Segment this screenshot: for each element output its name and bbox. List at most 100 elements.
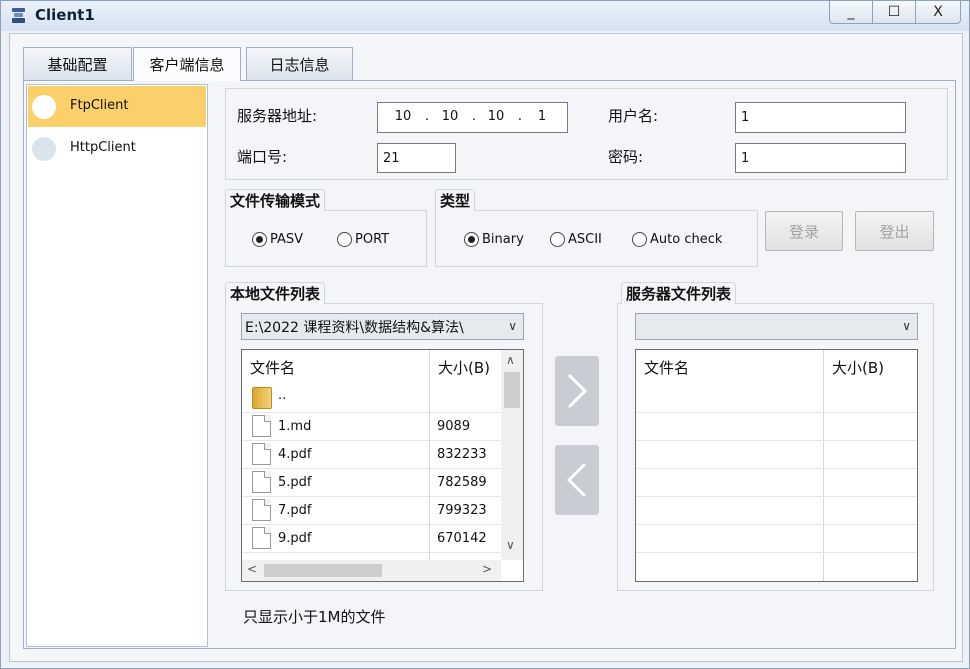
- server-address-label: 服务器地址:: [237, 107, 318, 125]
- radio-label: Auto check: [650, 232, 723, 247]
- server-address-input[interactable]: 10 . 10 . 10 . 1: [377, 102, 568, 133]
- file-row[interactable]: 1.md 9089: [242, 412, 501, 440]
- title-bar[interactable]: Client1 _ ☐ X: [1, 1, 969, 31]
- file-size: 670142: [437, 531, 487, 546]
- radio-unselected-icon: [337, 232, 352, 247]
- file-row[interactable]: 4.pdf 832233: [242, 440, 501, 468]
- maximize-icon: ☐: [887, 4, 901, 20]
- ip-octet[interactable]: 10: [435, 109, 465, 124]
- type-title: 类型: [435, 189, 476, 211]
- maximize-button[interactable]: ☐: [872, 1, 916, 24]
- client-info-panel: FtpClient HttpClient 服务器地址: 10 . 10 . 10…: [23, 80, 956, 649]
- close-button[interactable]: X: [915, 1, 961, 24]
- sidebar-item-httpclient[interactable]: HttpClient: [28, 128, 206, 169]
- vertical-scroll-thumb[interactable]: [504, 372, 520, 408]
- ip-separator: .: [424, 109, 430, 124]
- column-divider: [823, 350, 824, 581]
- file-icon: [252, 471, 271, 493]
- password-input[interactable]: 1: [735, 143, 906, 173]
- scroll-down-icon[interactable]: ∨: [506, 538, 515, 552]
- row-divider: [636, 496, 917, 497]
- port-input[interactable]: 21: [377, 143, 456, 173]
- ip-separator: .: [517, 109, 523, 124]
- local-path-dropdown[interactable]: E:\2022 课程资料\数据结构&算法\ ∨: [241, 313, 524, 340]
- size-limit-note: 只显示小于1M的文件: [243, 608, 386, 626]
- arrow-left-icon: [566, 462, 587, 498]
- ip-octet[interactable]: 1: [527, 109, 557, 124]
- sidebar-item-ftpclient[interactable]: FtpClient: [28, 86, 206, 127]
- login-button[interactable]: 登录: [765, 211, 843, 251]
- tab-log-info[interactable]: 日志信息: [246, 47, 353, 80]
- local-files-title: 本地文件列表: [225, 282, 326, 304]
- row-divider: [636, 524, 917, 525]
- server-path-dropdown[interactable]: ∨: [635, 313, 918, 340]
- close-icon: X: [933, 4, 943, 20]
- client-type-list: FtpClient HttpClient: [26, 84, 208, 647]
- ip-octet[interactable]: 10: [481, 109, 511, 124]
- file-row[interactable]: 7.pdf 799323: [242, 496, 501, 524]
- local-file-list[interactable]: 文件名 大小(B) .. 1.md 9089 4.pdf 832233 5.pd…: [241, 349, 524, 582]
- scroll-right-icon[interactable]: >: [482, 562, 492, 576]
- server-file-list[interactable]: 文件名 大小(B): [635, 349, 918, 582]
- file-icon: [252, 527, 271, 549]
- username-input[interactable]: 1: [735, 102, 906, 133]
- tab-label: 基础配置: [47, 55, 108, 74]
- radio-port[interactable]: PORT: [337, 232, 389, 247]
- file-icon: [252, 415, 271, 437]
- download-button[interactable]: [555, 445, 599, 515]
- local-path-value: E:\2022 课程资料\数据结构&算法\: [245, 319, 464, 336]
- server-files-title: 服务器文件列表: [621, 282, 737, 304]
- file-icon: [252, 443, 271, 465]
- radio-ascii[interactable]: ASCII: [550, 232, 602, 247]
- chevron-down-icon: ∨: [902, 319, 911, 333]
- minimize-button[interactable]: _: [829, 1, 873, 24]
- row-divider: [242, 552, 501, 553]
- file-name: ..: [278, 388, 287, 403]
- radio-auto-check[interactable]: Auto check: [632, 232, 722, 247]
- vertical-scrollbar[interactable]: ∧ ∨: [501, 350, 523, 560]
- column-header-size[interactable]: 大小(B): [430, 350, 500, 384]
- upload-button[interactable]: [555, 356, 599, 426]
- ftp-client-icon: [32, 94, 56, 119]
- file-size: 832233: [437, 447, 487, 462]
- file-row-parent[interactable]: ..: [242, 383, 501, 411]
- port-label: 端口号:: [237, 148, 288, 166]
- http-client-icon: [32, 136, 56, 161]
- horizontal-scrollbar[interactable]: < >: [242, 560, 501, 581]
- row-divider: [636, 468, 917, 469]
- file-row[interactable]: 9.pdf 670142: [242, 524, 501, 552]
- file-size: 782589: [437, 475, 487, 490]
- transfer-mode-title: 文件传输模式: [225, 189, 326, 211]
- minimize-icon: _: [847, 4, 855, 20]
- row-divider: [636, 412, 917, 413]
- ip-separator: .: [471, 109, 477, 124]
- row-divider: [636, 552, 917, 553]
- radio-binary[interactable]: Binary: [464, 232, 524, 247]
- radio-unselected-icon: [550, 232, 565, 247]
- tab-basic-config[interactable]: 基础配置: [23, 47, 132, 80]
- radio-pasv[interactable]: PASV: [252, 232, 303, 247]
- logout-button[interactable]: 登出: [855, 211, 934, 251]
- column-header-name[interactable]: 文件名: [242, 350, 430, 384]
- tab-label: 日志信息: [269, 55, 330, 74]
- password-label: 密码:: [608, 148, 644, 166]
- file-icon: [252, 499, 271, 521]
- client-area: 基础配置 客户端信息 日志信息 FtpClient HttpClient 服务器…: [9, 33, 963, 662]
- client-app-icon: [12, 8, 25, 23]
- arrow-right-icon: [567, 373, 588, 409]
- scroll-up-icon[interactable]: ∧: [506, 353, 515, 367]
- column-header-name[interactable]: 文件名: [636, 350, 824, 384]
- tab-client-info[interactable]: 客户端信息: [133, 47, 241, 81]
- row-divider: [636, 440, 917, 441]
- folder-icon: [252, 387, 272, 409]
- file-name: 4.pdf: [278, 447, 312, 462]
- scroll-left-icon[interactable]: <: [247, 562, 257, 576]
- sidebar-item-label: HttpClient: [70, 140, 136, 155]
- file-row[interactable]: 5.pdf 782589: [242, 468, 501, 496]
- column-header-size[interactable]: 大小(B): [824, 350, 914, 384]
- radio-selected-icon: [252, 232, 267, 247]
- horizontal-scroll-thumb[interactable]: [264, 564, 382, 577]
- file-size: 9089: [437, 419, 471, 434]
- file-name: 7.pdf: [278, 503, 312, 518]
- ip-octet[interactable]: 10: [388, 109, 418, 124]
